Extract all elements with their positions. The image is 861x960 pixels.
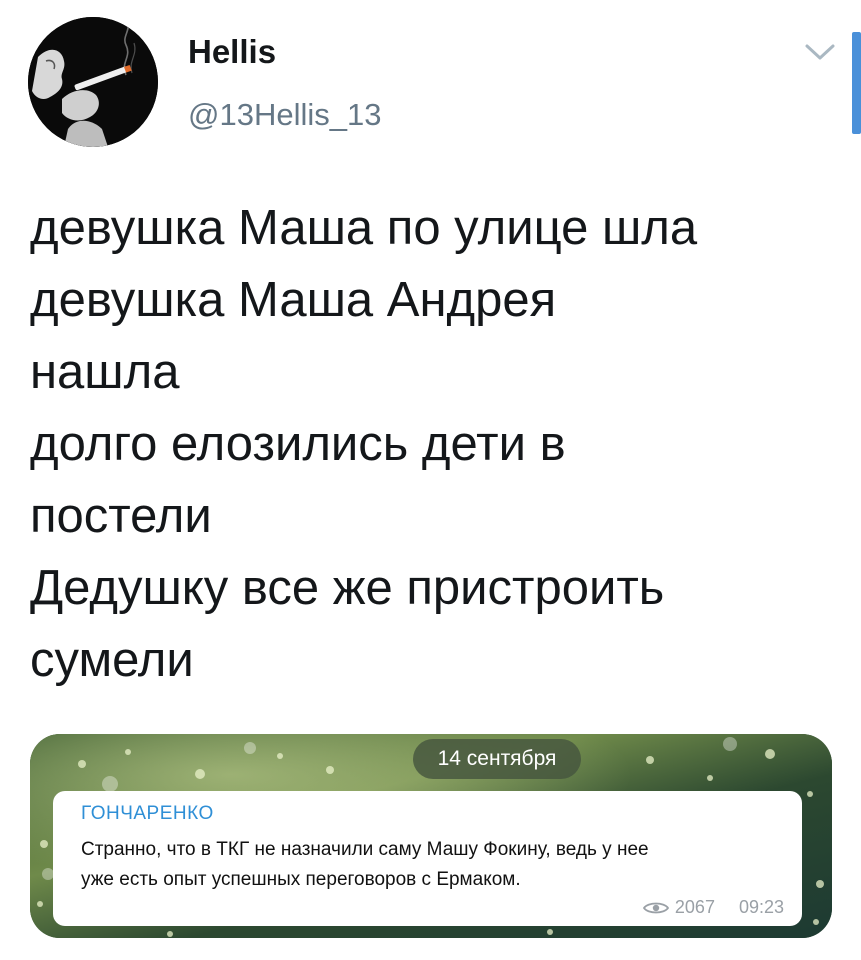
user-handle[interactable]: @13Hellis_13 xyxy=(188,95,381,135)
avatar[interactable] xyxy=(28,17,158,147)
tweet-line: девушка Маша по улице шла xyxy=(30,201,698,255)
tweet-line: постели xyxy=(30,489,212,543)
message-bubble: ГОНЧАРЕНКО Странно, что в ТКГ не назначи… xyxy=(53,791,802,926)
display-name[interactable]: Hellis xyxy=(188,32,276,72)
tweet-line: долго елозились дети в xyxy=(30,417,566,471)
message-time: 09:23 xyxy=(738,897,784,917)
tweet-line: нашла xyxy=(30,345,180,399)
tweet-card: Hellis @13Hellis_13 девушка Маша по улиц… xyxy=(0,0,861,960)
message-meta: 2067 09:23 xyxy=(642,897,784,918)
scrollbar-thumb[interactable] xyxy=(852,32,861,134)
attached-image[interactable]: 14 сентября ГОНЧАРЕНКО Странно, что в ТК… xyxy=(30,734,832,938)
message-text: Странно, что в ТКГ не назначили саму Маш… xyxy=(81,835,781,895)
tweet-line: сумели xyxy=(30,633,194,687)
date-badge: 14 сентября xyxy=(413,739,581,779)
tweet-line: девушка Маша Андрея xyxy=(30,273,557,327)
message-text-line: уже есть опыт успешных переговоров с Ерм… xyxy=(81,869,521,890)
chevron-down-icon[interactable] xyxy=(803,40,837,64)
tweet-text: девушка Маша по улице шла девушка Маша А… xyxy=(30,192,840,696)
avatar-image xyxy=(28,17,158,147)
message-text-line: Странно, что в ТКГ не назначили саму Маш… xyxy=(81,839,649,860)
view-count: 2067 xyxy=(674,897,715,917)
tweet-line: Дедушку все же пристроить xyxy=(30,561,665,615)
message-sender: ГОНЧАРЕНКО xyxy=(81,803,214,824)
eye-icon xyxy=(642,902,669,913)
